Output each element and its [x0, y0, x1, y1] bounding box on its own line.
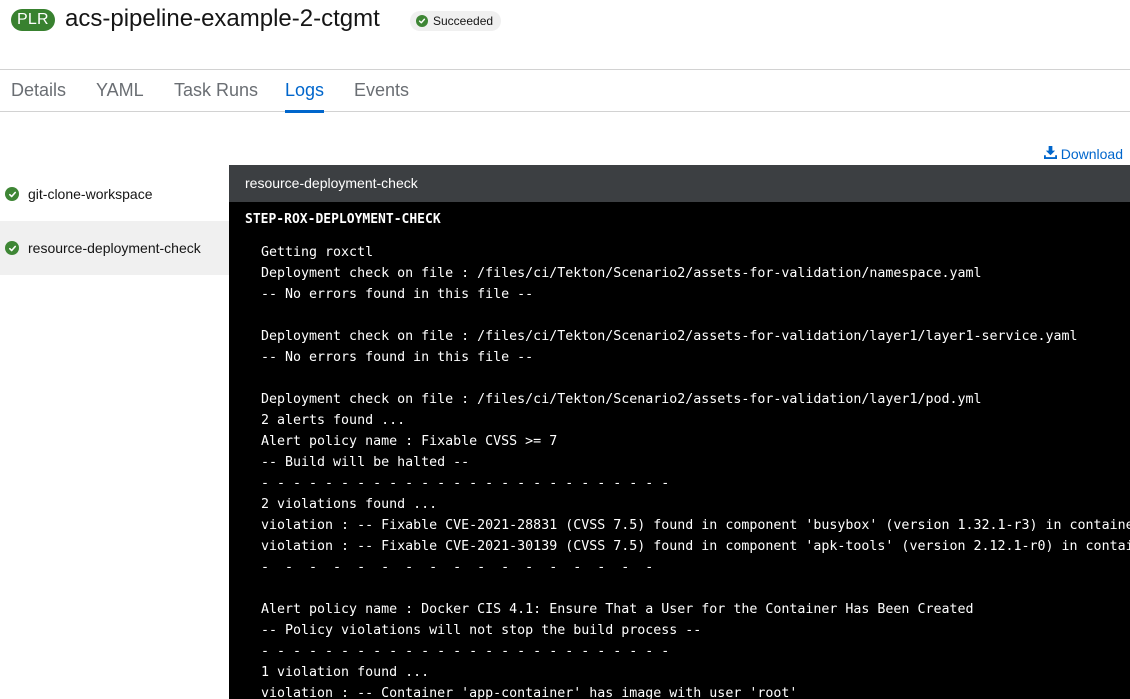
check-circle-icon [5, 187, 19, 201]
tab-yaml[interactable]: YAML [96, 70, 144, 112]
log-line: Getting roxctl [261, 245, 374, 260]
download-label: Download [1060, 146, 1123, 162]
status-badge: Succeeded [410, 11, 502, 31]
download-icon [1043, 146, 1057, 162]
step-label: git-clone-workspace [28, 186, 153, 202]
log-line: - - - - - - - - - - - - - - - - - - - - … [261, 644, 670, 659]
download-button[interactable]: Download [1043, 146, 1123, 162]
log-line: Deployment check on file : /files/ci/Tek… [261, 266, 982, 281]
tab-task-runs[interactable]: Task Runs [174, 70, 258, 112]
log-line: Deployment check on file : /files/ci/Tek… [261, 392, 982, 407]
log-line: Deployment check on file : /files/ci/Tek… [261, 329, 1078, 344]
step-item-git-clone-workspace[interactable]: git-clone-workspace [0, 167, 229, 221]
tab-logs[interactable]: Logs [285, 70, 325, 113]
log-line: -- No errors found in this file -- [261, 350, 534, 365]
log-line: violation : -- Fixable CVE-2021-30139 (C… [261, 539, 1130, 554]
log-line: 2 violations found ... [261, 497, 438, 512]
status-label: Succeeded [433, 14, 494, 28]
log-header: resource-deployment-check [229, 165, 1130, 202]
log-line: violation : -- Fixable CVE-2021-28831 (C… [261, 518, 1130, 533]
log-line: Alert policy name : Docker CIS 4.1: Ensu… [261, 602, 974, 617]
page-title: acs-pipeline-example-2-ctgmt [65, 5, 380, 32]
log-line: -- Build will be halted -- [261, 455, 470, 470]
log-line: -- No errors found in this file -- [261, 287, 534, 302]
log-viewer[interactable]: resource-deployment-check STEP-ROX-DEPLO… [229, 165, 1130, 699]
log-line: -- Policy violations will not stop the b… [261, 623, 702, 638]
log-line: violation : -- Container 'app-container'… [261, 686, 798, 699]
log-step-title: STEP-ROX-DEPLOYMENT-CHECK [245, 212, 441, 227]
tab-details[interactable]: Details [11, 70, 66, 112]
check-circle-icon [416, 15, 428, 27]
tab-bar: Details YAML Task Runs Logs Events [0, 70, 1130, 113]
tab-events[interactable]: Events [354, 70, 409, 112]
plr-badge: PLR [11, 9, 55, 31]
step-label: resource-deployment-check [28, 240, 201, 256]
log-line: Alert policy name : Fixable CVSS >= 7 [261, 434, 558, 449]
check-circle-icon [5, 241, 19, 255]
log-lines: Getting roxctl Deployment check on file … [261, 242, 1130, 699]
page-header: PLR acs-pipeline-example-2-ctgmt Succeed… [0, 0, 1130, 70]
task-step-list: git-clone-workspace resource-deployment-… [0, 167, 229, 275]
step-item-resource-deployment-check[interactable]: resource-deployment-check [0, 221, 229, 275]
log-line: - - - - - - - - - - - - - - - - - - - - … [261, 476, 670, 491]
log-line: 1 violation found ... [261, 665, 430, 680]
log-line: - - - - - - - - - - - - - - - - - [261, 560, 654, 575]
log-line: 2 alerts found ... [261, 413, 406, 428]
